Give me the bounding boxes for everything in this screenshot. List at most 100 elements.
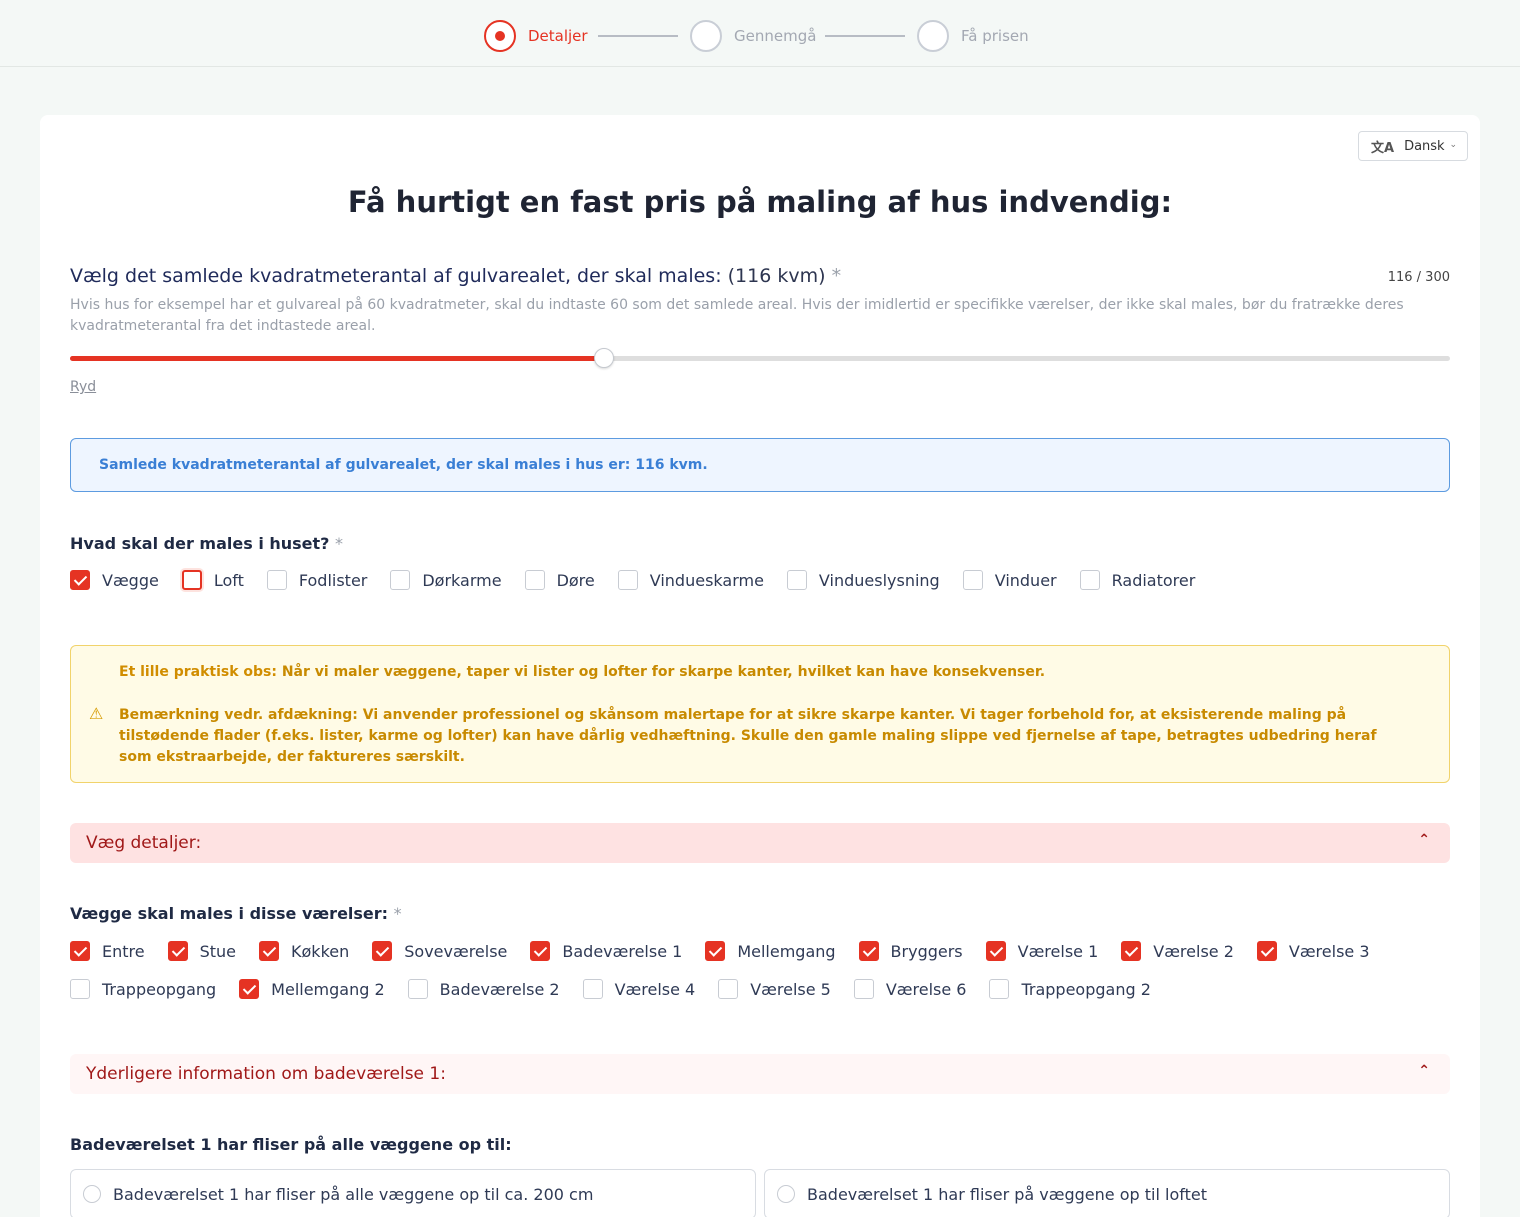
checkbox[interactable] [853, 979, 874, 999]
checkbox[interactable] [989, 979, 1010, 999]
warning-icon: ⚠ [89, 704, 104, 723]
radio-button[interactable] [83, 1185, 101, 1203]
checkbox-label: Trappeopgang 2 [1021, 979, 1151, 999]
checkbox[interactable] [181, 570, 202, 590]
checkbox[interactable] [705, 941, 726, 961]
checkbox-label: Soveværelse [404, 941, 508, 961]
checkbox-label: Stue [199, 941, 237, 961]
checkbox[interactable] [786, 570, 807, 590]
area-question-label: Vælg det samlede kvadratmeterantal af gu… [70, 265, 728, 287]
room-option[interactable]: Værelse 1 [985, 941, 1098, 961]
checkbox-label: Værelse 4 [614, 979, 696, 999]
language-select[interactable]: 文A Dansk ⌄ [1358, 131, 1468, 161]
bathroom-details-accordion[interactable]: Yderligere information om badeværelse 1:… [70, 1054, 1450, 1094]
chevron-up-icon[interactable]: ⌃ [1418, 1063, 1430, 1079]
checkbox-label: Entre [102, 941, 145, 961]
room-option[interactable]: Værelse 2 [1121, 941, 1234, 961]
checkbox[interactable] [858, 941, 879, 961]
required-marker: * [831, 265, 842, 287]
checkbox-label: Værelse 6 [885, 979, 967, 999]
checkbox[interactable] [718, 979, 739, 999]
room-option[interactable]: Værelse 4 [582, 979, 696, 999]
checkbox[interactable] [70, 941, 90, 961]
checkbox-label: Døre [556, 570, 595, 590]
room-option[interactable]: Soveværelse [372, 941, 507, 961]
checkbox-label: Trappeopgang [102, 979, 217, 999]
step-connector [825, 35, 905, 37]
clear-link[interactable]: Ryd [70, 379, 96, 395]
checkbox[interactable] [985, 941, 1006, 961]
checkbox[interactable] [962, 570, 983, 590]
radio-button[interactable] [777, 1185, 795, 1203]
rooms-row-1: Entre Stue Køkken Soveværelse Badeværels… [70, 941, 1393, 961]
room-option[interactable]: Entre [70, 941, 145, 961]
step-label: Detaljer [528, 27, 588, 45]
room-option[interactable]: Stue [167, 941, 237, 961]
paint-options: Vægge Loft Fodlister Dørkarme Døre Vindu… [70, 570, 1218, 590]
checkbox[interactable] [390, 570, 411, 590]
paint-option-vindueskarme[interactable]: Vindueskarme [617, 570, 764, 590]
page-title: Få hurtigt en fast pris på maling af hus… [347, 185, 1173, 219]
checkbox[interactable] [70, 570, 90, 590]
translate-icon: 文A [1371, 140, 1395, 156]
checkbox-label: Loft [213, 570, 244, 590]
paint-option-vaegge[interactable]: Vægge [70, 570, 159, 590]
room-option[interactable]: Mellemgang 2 [239, 979, 385, 999]
room-option[interactable]: Værelse 3 [1256, 941, 1370, 961]
checkbox-label: Værelse 2 [1153, 941, 1234, 961]
checkbox[interactable] [259, 941, 280, 961]
checkbox[interactable] [1256, 941, 1277, 961]
wall-details-accordion[interactable]: Væg detaljer: ⌃ [70, 823, 1450, 863]
paint-option-radiatorer[interactable]: Radiatorer [1079, 570, 1195, 590]
checkbox-label: Bryggers [890, 941, 963, 961]
checkbox[interactable] [239, 979, 260, 999]
rooms-question: Vægge skal males i disse værelser: * [70, 904, 402, 923]
room-option[interactable]: Mellemgang [705, 941, 836, 961]
checkbox[interactable] [372, 941, 393, 961]
area-slider-handle[interactable] [593, 348, 614, 368]
paint-option-dorkarme[interactable]: Dørkarme [390, 570, 502, 590]
checkbox[interactable] [167, 941, 188, 961]
warning-prefix: Et lille praktisk obs: [119, 664, 277, 680]
checkbox[interactable] [70, 979, 90, 999]
radio-label: Badeværelset 1 har fliser på alle væggen… [113, 1184, 594, 1204]
chevron-down-icon: ⌄ [1449, 140, 1457, 150]
checkbox-label: Dørkarme [422, 570, 502, 590]
checkbox[interactable] [266, 570, 287, 590]
chevron-up-icon[interactable]: ⌃ [1418, 832, 1430, 848]
checkbox-label: Køkken [291, 941, 350, 961]
checkbox[interactable] [530, 941, 551, 961]
step-fa-prisen[interactable]: Få prisen [917, 20, 1029, 52]
paint-question-label: Hvad skal der males i huset? [70, 534, 336, 553]
room-option[interactable]: Trappeopgang [70, 979, 216, 999]
room-option[interactable]: Køkken [259, 941, 349, 961]
checkbox[interactable] [407, 979, 428, 999]
form-card: 文A Dansk ⌄ Få hurtigt en fast pris på ma… [40, 115, 1480, 1217]
paint-option-loft[interactable]: Loft [181, 570, 244, 590]
area-slider[interactable] [70, 348, 1450, 368]
step-detaljer[interactable]: Detaljer [484, 20, 588, 52]
checkbox[interactable] [524, 570, 545, 590]
area-question: Vælg det samlede kvadratmeterantal af gu… [70, 265, 841, 287]
paint-option-dore[interactable]: Døre [524, 570, 595, 590]
room-option[interactable]: Værelse 5 [718, 979, 831, 999]
rooms-question-label: Vægge skal males i disse værelser: [70, 904, 394, 923]
room-option[interactable]: Badeværelse 1 [530, 941, 682, 961]
warning-box: Et lille praktisk obs: Når vi maler vægg… [70, 645, 1450, 783]
room-option[interactable]: Værelse 6 [853, 979, 967, 999]
paint-option-fodlister[interactable]: Fodlister [266, 570, 367, 590]
checkbox[interactable] [1079, 570, 1100, 590]
tiles-option-200cm[interactable]: Badeværelset 1 har fliser på alle væggen… [70, 1169, 756, 1217]
step-gennemga[interactable]: Gennemgå [690, 20, 816, 52]
room-option[interactable]: Bryggers [858, 941, 963, 961]
paint-option-vindueslysning[interactable]: Vindueslysning [786, 570, 940, 590]
room-option[interactable]: Trappeopgang 2 [989, 979, 1151, 999]
checkbox[interactable] [1121, 941, 1142, 961]
warning-text: Når vi maler væggene, taper vi lister og… [276, 664, 1046, 680]
checkbox[interactable] [617, 570, 638, 590]
paint-option-vinduer[interactable]: Vinduer [962, 570, 1057, 590]
step-pending-icon [917, 20, 949, 52]
checkbox[interactable] [582, 979, 603, 999]
room-option[interactable]: Badeværelse 2 [407, 979, 560, 999]
tiles-option-ceiling[interactable]: Badeværelset 1 har fliser på væggene op … [764, 1169, 1450, 1217]
